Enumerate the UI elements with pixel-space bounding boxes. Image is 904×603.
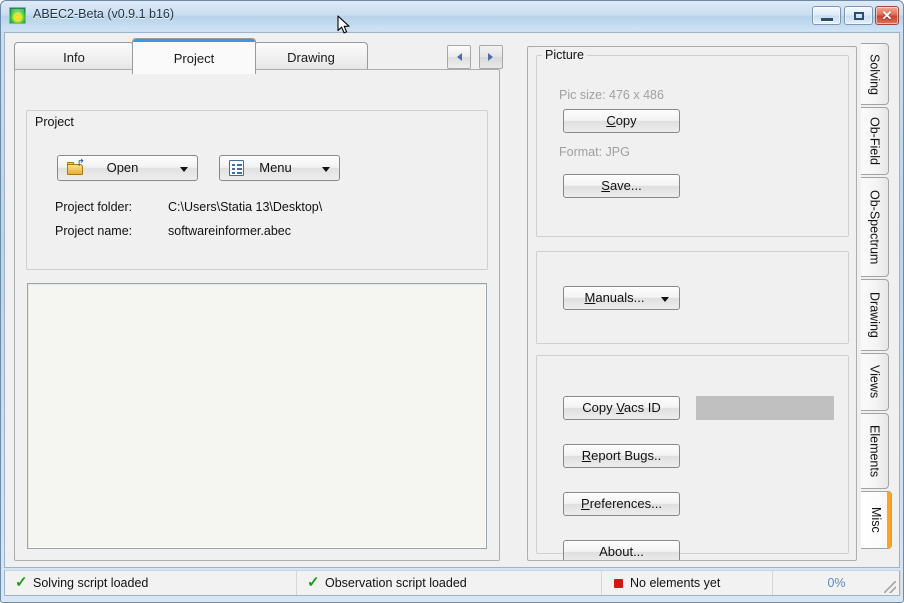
- minimize-button[interactable]: [812, 6, 841, 25]
- project-pane: Project ↱ Open Menu Project folder: C:\U…: [14, 69, 500, 561]
- copy-picture-button[interactable]: Copy: [563, 109, 680, 133]
- status-bar: ✓ Solving script loaded ✓ Observation sc…: [4, 570, 901, 596]
- manuals-button-label: Manuals...: [584, 290, 645, 305]
- project-content-panel[interactable]: [27, 283, 487, 549]
- prev-arrow-icon: [457, 53, 462, 61]
- status-elements-text: No elements yet: [630, 576, 721, 590]
- sidebar-item-elements[interactable]: Elements: [861, 413, 889, 489]
- project-group-title: Project: [32, 115, 77, 129]
- manuals-button[interactable]: Manuals...: [563, 286, 680, 310]
- project-folder-label: Project folder:: [55, 200, 133, 214]
- misc-groupbox: Copy Vacs ID Report Bugs.. Preferences..…: [536, 355, 849, 560]
- tab-prev-button[interactable]: [447, 45, 471, 69]
- sidebar-item-misc[interactable]: Misc: [861, 491, 892, 549]
- bugs-button-label: eport Bugs..: [591, 448, 662, 463]
- application-window: ABEC2-Beta (v0.9.1 b16) ✕ Info Project D…: [0, 0, 904, 603]
- sidebar-item-solving[interactable]: Solving: [861, 43, 889, 105]
- bugs-button-accel: R: [581, 448, 592, 463]
- sidebar-item-ob-field[interactable]: Ob-Field: [861, 107, 889, 175]
- misc-pane: Picture Pic size: 476 x 486 Copy Format:…: [527, 46, 857, 561]
- menu-button-label: Menu: [259, 160, 292, 175]
- app-icon: [9, 7, 26, 24]
- status-cell-progress: 0%: [773, 571, 901, 595]
- sidebar-item-ob-spectrum[interactable]: Ob-Spectrum: [861, 177, 889, 277]
- prefs-button-accel: P: [581, 496, 590, 511]
- picture-size-label: Pic size: 476 x 486: [559, 88, 664, 102]
- check-icon: ✓: [15, 574, 28, 591]
- resize-grip-icon[interactable]: [884, 581, 896, 593]
- picture-groupbox: Picture Pic size: 476 x 486 Copy Format:…: [536, 48, 849, 237]
- manuals-groupbox: Manuals...: [536, 251, 849, 344]
- chevron-down-icon[interactable]: [661, 297, 669, 302]
- chevron-down-icon[interactable]: [322, 167, 330, 172]
- minimize-icon: [821, 18, 833, 21]
- tab-strip: Info Project Drawing: [14, 38, 503, 74]
- maximize-button[interactable]: [844, 6, 873, 25]
- open-button-label: Open: [106, 160, 139, 175]
- project-folder-row: Project folder: C:\Users\Statia 13\Deskt…: [55, 200, 475, 218]
- copy-button-accel: C: [606, 113, 616, 128]
- status-cell-observation: ✓ Observation script loaded: [297, 571, 602, 595]
- picture-format-label: Format: JPG: [559, 145, 630, 159]
- project-groupbox: Project ↱ Open Menu Project folder: C:\U…: [26, 110, 488, 270]
- tab-project[interactable]: Project: [132, 38, 256, 74]
- save-button-accel: S: [601, 178, 610, 193]
- picture-group-title: Picture: [542, 48, 587, 62]
- close-button[interactable]: ✕: [875, 6, 899, 25]
- status-solving-text: Solving script loaded: [33, 576, 149, 590]
- vacs-id-field[interactable]: [696, 396, 834, 420]
- sidebar-item-views[interactable]: Views: [861, 353, 889, 411]
- tab-info[interactable]: Info: [14, 42, 134, 72]
- project-name-row: Project name: softwareinformer.abec: [55, 224, 475, 242]
- copy-vacs-id-button[interactable]: Copy Vacs ID: [563, 396, 680, 420]
- side-tab-strip: Solving Ob-Field Ob-Spectrum Drawing Vie…: [861, 43, 897, 563]
- report-bugs-button[interactable]: Report Bugs..: [563, 444, 680, 468]
- project-folder-value: C:\Users\Statia 13\Desktop\: [168, 200, 323, 214]
- client-area: Info Project Drawing Project ↱ Open Menu…: [4, 32, 900, 568]
- check-icon: ✓: [307, 574, 320, 591]
- tab-drawing[interactable]: Drawing: [254, 42, 368, 72]
- maximize-icon: [854, 12, 864, 20]
- project-name-label: Project name:: [55, 224, 133, 238]
- error-square-icon: [614, 579, 623, 588]
- status-cell-elements: No elements yet: [602, 571, 773, 595]
- preferences-button[interactable]: Preferences...: [563, 492, 680, 516]
- prefs-button-label: references...: [589, 496, 662, 511]
- chevron-down-icon[interactable]: [180, 167, 188, 172]
- project-name-value: softwareinformer.abec: [168, 224, 291, 238]
- next-arrow-icon: [488, 53, 493, 61]
- close-icon: ✕: [881, 8, 893, 23]
- status-observation-text: Observation script loaded: [325, 576, 467, 590]
- copy-vacs-id-label: Copy Vacs ID: [582, 400, 661, 415]
- tab-next-button[interactable]: [479, 45, 503, 69]
- save-button-label: ave...: [609, 178, 642, 193]
- menu-button[interactable]: Menu: [219, 155, 340, 181]
- open-button[interactable]: ↱ Open: [57, 155, 198, 181]
- save-picture-button[interactable]: Save...: [563, 174, 680, 198]
- status-cell-solving: ✓ Solving script loaded: [5, 571, 297, 595]
- sidebar-item-drawing[interactable]: Drawing: [861, 279, 889, 351]
- window-title: ABEC2-Beta (v0.9.1 b16): [33, 7, 175, 21]
- title-bar[interactable]: ABEC2-Beta (v0.9.1 b16) ✕: [1, 1, 903, 31]
- about-button[interactable]: About...: [563, 540, 680, 560]
- copy-button-label: opy: [615, 113, 637, 128]
